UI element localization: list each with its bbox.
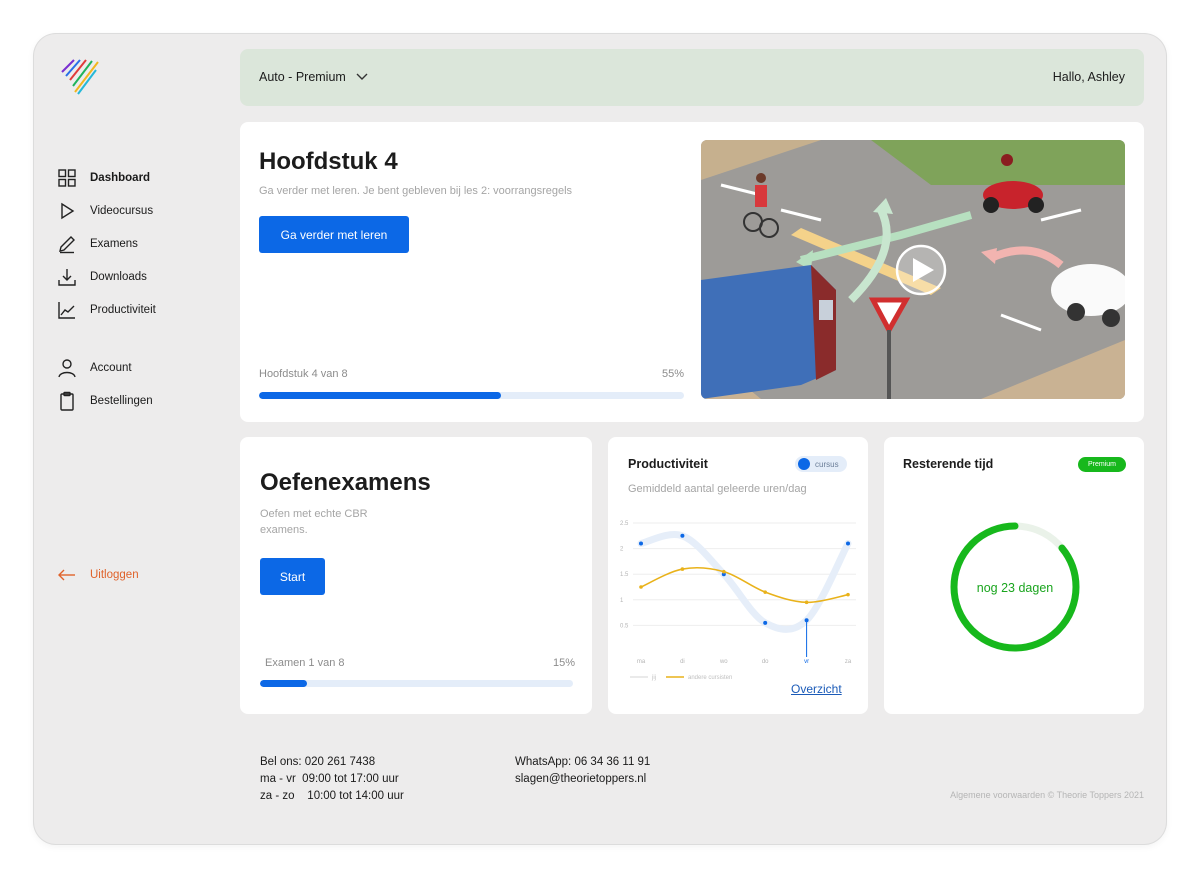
video-thumbnail[interactable]: [701, 140, 1125, 399]
chapter-title: Hoofdstuk 4: [259, 148, 398, 175]
x-tick-label: vr: [804, 659, 809, 665]
chapter-progress-bar: [259, 392, 684, 399]
chapter-progress-label: Hoofdstuk 4 van 8: [259, 368, 348, 380]
arrow-left-icon: [57, 565, 77, 585]
data-point-andere-cursisten: [639, 585, 643, 589]
x-tick-label: wo: [719, 659, 728, 665]
sidebar-item-label: Examens: [90, 238, 138, 250]
x-tick-label: do: [762, 659, 769, 665]
whatsapp-text: WhatsApp: 06 34 36 11 91: [515, 756, 651, 768]
toggle-knob: [798, 458, 810, 470]
hours-weekdays-time: 09:00 tot 17:00 uur: [302, 773, 399, 785]
chevron-down-icon: [356, 73, 368, 80]
sidebar-item-label: Productiviteit: [90, 304, 156, 316]
exam-progress-percent: 15%: [553, 657, 576, 669]
logout-button[interactable]: Uitloggen: [57, 565, 139, 585]
productivity-title: Productiviteit: [628, 457, 708, 471]
chapter-card: Hoofdstuk 4 Ga verder met leren. Je bent…: [240, 122, 1144, 422]
exam-progress-label: Examen 1 van 8: [265, 657, 345, 669]
y-tick-label: 2.5: [620, 521, 629, 527]
clipboard-icon: [57, 391, 77, 411]
data-point-jij: [680, 533, 685, 538]
download-icon: [57, 267, 77, 287]
user-icon: [57, 358, 77, 378]
user-greeting: Hallo, Ashley: [1052, 70, 1125, 84]
copyright-text[interactable]: Algemene voorwaarden © Theorie Toppers 2…: [950, 790, 1144, 800]
overview-link[interactable]: Overzicht: [791, 682, 842, 696]
chapter-progress-percent: 55%: [662, 368, 685, 380]
toggle-label: cursus: [815, 459, 839, 469]
data-point-jij: [639, 541, 643, 546]
exam-title: Oefenexamens: [260, 469, 431, 496]
x-tick-label: di: [680, 659, 685, 665]
email-link[interactable]: slagen@theorietoppers.nl: [515, 771, 650, 788]
data-point-jij: [804, 618, 809, 623]
sidebar-item-label: Account: [90, 362, 132, 374]
sidebar-item-label: Downloads: [90, 271, 147, 283]
logout-label: Uitloggen: [90, 569, 139, 581]
exam-subtitle: Oefen met echte CBR examens.: [260, 508, 368, 536]
legend-label-andere-cursisten: andere cursisten: [688, 675, 732, 681]
sidebar-item-bestellingen[interactable]: Bestellingen: [57, 391, 153, 411]
data-point-andere-cursisten: [763, 590, 767, 594]
data-point-jij: [763, 620, 768, 625]
pencil-icon: [57, 234, 77, 254]
sidebar-item-label: Dashboard: [90, 172, 151, 184]
logo: [61, 59, 99, 95]
data-point-andere-cursisten: [846, 592, 850, 597]
hours-weekdays: ma - vr 09:00 tot 17:00 uur: [260, 771, 404, 788]
intersection-illustration: [701, 140, 1125, 399]
sidebar-item-productiviteit[interactable]: Productiviteit: [57, 300, 156, 320]
y-tick-label: 1: [620, 598, 624, 604]
grid-icon: [57, 168, 77, 188]
sidebar-item-downloads[interactable]: Downloads: [57, 267, 147, 287]
hours-weekend: za - zo 10:00 tot 14:00 uur: [260, 788, 404, 805]
productivity-chart: 2.5 2 1.5 1 0.5 ma di wo do vr za jij andere cursist…: [620, 521, 856, 681]
data-point-jij: [846, 541, 850, 546]
contact-info-secondary: WhatsApp: 06 34 36 11 91 slagen@theoriet…: [515, 754, 650, 788]
remaining-time-card: Resterende tijd Premium nog 23 dagen: [884, 437, 1144, 714]
hours-weekend-time: 10:00 tot 14:00 uur: [307, 790, 404, 802]
course-toggle[interactable]: cursus: [795, 456, 847, 472]
plan-selector[interactable]: Auto - Premium: [259, 70, 368, 84]
y-tick-label: 2: [620, 547, 624, 553]
chapter-subtitle: Ga verder met leren. Je bent gebleven bi…: [259, 185, 573, 197]
remaining-label: nog 23 dagen: [976, 581, 1054, 595]
y-tick-label: 1.5: [620, 572, 629, 578]
play-icon: [57, 201, 77, 221]
x-tick-label: za: [845, 659, 852, 665]
sidebar-item-videocursus[interactable]: Videocursus: [57, 201, 153, 221]
legend-label-jij: jij: [651, 675, 656, 681]
plan-label: Auto - Premium: [259, 70, 346, 84]
data-point-andere-cursisten: [804, 600, 809, 605]
hours-weekend-days: za - zo: [260, 790, 295, 802]
exam-progress-bar: [260, 680, 573, 687]
sidebar-item-examens[interactable]: Examens: [57, 234, 138, 254]
chart-icon: [57, 300, 77, 320]
hours-weekdays-days: ma - vr: [260, 773, 296, 785]
sidebar-item-dashboard[interactable]: Dashboard: [57, 168, 150, 188]
sidebar-item-label: Videocursus: [90, 205, 154, 217]
practice-exam-card: Oefenexamens Oefen met echte CBR examens…: [240, 437, 592, 714]
phone-text: Bel ons: 020 261 7438: [260, 756, 376, 768]
data-point-andere-cursisten: [722, 569, 726, 574]
chapter-progress-fill: [259, 392, 502, 399]
sidebar-item-label: Bestellingen: [90, 395, 153, 407]
remaining-ring: [950, 522, 1080, 652]
start-exam-button[interactable]: Start: [260, 558, 325, 595]
continue-learning-button[interactable]: Ga verder met leren: [259, 216, 409, 253]
productivity-card: Productiviteit cursus Gemiddeld aantal g…: [608, 437, 868, 714]
x-tick-label: ma: [637, 659, 646, 665]
contact-info: Bel ons: 020 261 7438 ma - vr 09:00 tot …: [260, 754, 404, 805]
data-point-andere-cursisten: [680, 567, 685, 571]
sidebar-item-account[interactable]: Account: [57, 358, 132, 378]
top-bar: Auto - Premium Hallo, Ashley: [240, 49, 1144, 106]
productivity-subtitle: Gemiddeld aantal geleerde uren/dag: [628, 483, 807, 495]
y-tick-label: 0.5: [620, 623, 629, 629]
exam-progress-fill: [260, 680, 307, 687]
